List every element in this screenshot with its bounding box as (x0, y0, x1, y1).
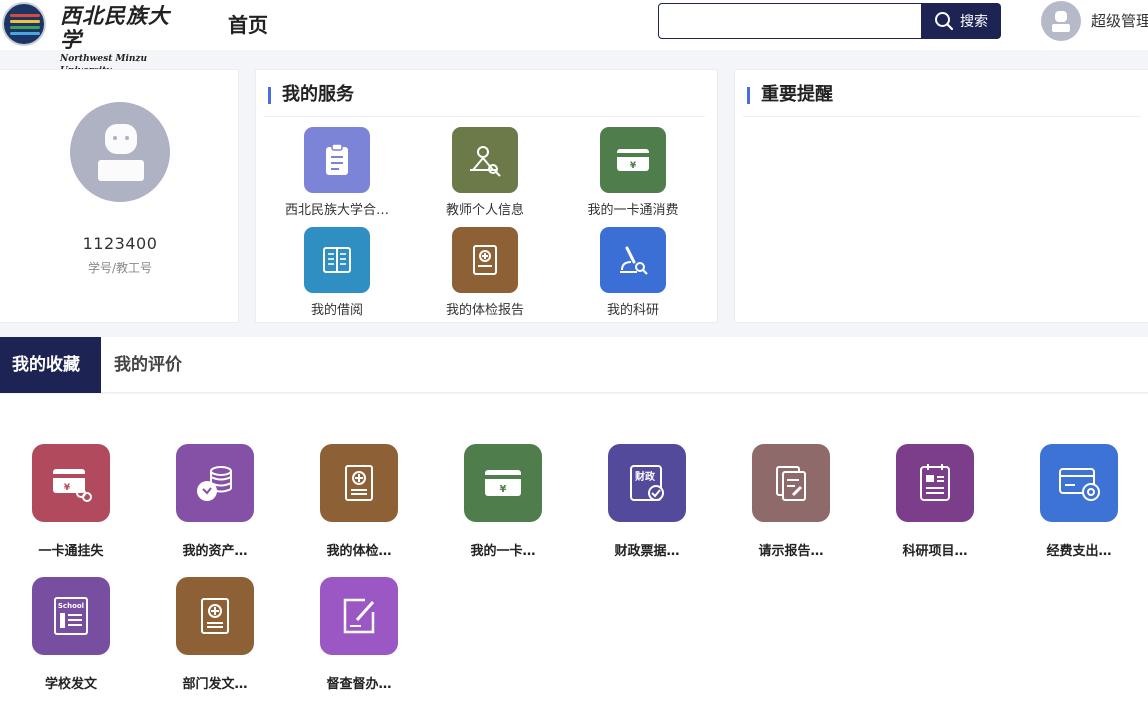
service-label: 教师个人信息 (445, 203, 524, 218)
service-item[interactable]: 我的借阅 (267, 227, 407, 318)
card-wallet-icon: ¥ (464, 444, 542, 522)
favorite-item[interactable]: 请示报告… (726, 444, 856, 559)
service-item[interactable]: 西北民族大学合… (267, 127, 407, 218)
favorite-item[interactable]: 我的体检… (294, 444, 424, 559)
teacher-search-icon (452, 127, 518, 193)
logo-cn-name: 西北民族大学 (60, 3, 170, 52)
university-logo-text[interactable]: 西北民族大学 Northwest Minzu University (60, 4, 190, 77)
divider (264, 116, 705, 117)
finance-mark: 财政 (634, 470, 656, 483)
favorite-label: 财政票据… (614, 544, 680, 559)
favorite-label: 经费支出… (1046, 544, 1112, 559)
favorite-item[interactable]: 经费支出… (1014, 444, 1144, 559)
favorite-item[interactable]: 部门发文… (150, 577, 280, 692)
profile-card: 1123400 学号/教工号 (0, 69, 239, 323)
favorites-tab-bar: 我的收藏 我的评价 (0, 337, 1148, 393)
user-icon (98, 124, 144, 181)
medical-report-icon (320, 444, 398, 522)
profile-avatar (70, 102, 170, 202)
user-avatar[interactable] (1041, 1, 1081, 41)
expense-card-icon (1040, 444, 1118, 522)
profile-id-label: 学号/教工号 (87, 261, 153, 275)
dept-doc-icon (176, 577, 254, 655)
service-item[interactable]: 我的科研 (563, 227, 703, 318)
project-notebook-icon (896, 444, 974, 522)
reminders-title: 重要提醒 (747, 84, 833, 106)
clipboard-icon (304, 127, 370, 193)
school-mark: School (58, 602, 84, 610)
page-title: 首页 (228, 13, 268, 37)
favorite-label: 请示报告… (758, 544, 824, 559)
coins-icon (176, 444, 254, 522)
favorite-label: 学校发文 (44, 677, 97, 692)
favorite-item[interactable]: 科研项目… (870, 444, 1000, 559)
card-wallet-icon: ¥ (600, 127, 666, 193)
favorite-label: 督查督办… (326, 677, 392, 692)
favorite-item[interactable]: ¥ 一卡通挂失 (6, 444, 136, 559)
service-label: 我的科研 (606, 303, 659, 318)
finance-check-icon: 财政 (608, 444, 686, 522)
yen-mark: ¥ (500, 484, 507, 495)
user-icon (1052, 11, 1070, 32)
supervise-edit-icon (320, 577, 398, 655)
reminders-card: 重要提醒 (734, 69, 1148, 323)
yen-mark: ¥ (630, 161, 637, 171)
favorite-label: 一卡通挂失 (38, 544, 104, 559)
favorite-label: 科研项目… (902, 544, 968, 559)
tab-favorites[interactable]: 我的收藏 (0, 337, 101, 393)
microscope-icon (600, 227, 666, 293)
divider (743, 116, 1141, 117)
favorite-label: 我的体检… (326, 544, 392, 559)
user-name[interactable]: 超级管理 (1091, 10, 1148, 31)
service-label: 我的借阅 (310, 303, 363, 318)
document-edit-icon (752, 444, 830, 522)
favorite-item[interactable]: 财政 财政票据… (582, 444, 712, 559)
services-title: 我的服务 (268, 84, 354, 106)
favorite-label: 我的资产… (182, 544, 248, 559)
tab-reviews[interactable]: 我的评价 (102, 337, 194, 393)
search-icon (935, 12, 954, 31)
profile-id: 1123400 (82, 234, 158, 253)
medical-report-icon (452, 227, 518, 293)
favorite-item[interactable]: 督查督办… (294, 577, 424, 692)
yen-mark: ¥ (64, 483, 71, 493)
top-header: 西北民族大学 Northwest Minzu University 首页 搜索 … (0, 0, 1148, 77)
book-icon (304, 227, 370, 293)
favorite-item[interactable]: School 学校发文 (6, 577, 136, 692)
service-item[interactable]: ¥ 我的一卡通消费 (563, 127, 703, 218)
card-lock-icon: ¥ (32, 444, 110, 522)
search-button-label: 搜索 (960, 14, 988, 30)
favorite-label: 部门发文… (182, 677, 248, 692)
favorites-panel: ¥ 一卡通挂失 我的资产… 我的体检… ¥ 我的一卡… 财政 财政票据… 请示报… (0, 394, 1148, 714)
service-item[interactable]: 我的体检报告 (415, 227, 555, 318)
search-button[interactable]: 搜索 (921, 3, 1001, 39)
favorite-item[interactable]: ¥ 我的一卡… (438, 444, 568, 559)
favorite-label: 我的一卡… (470, 544, 536, 559)
service-label: 我的一卡通消费 (587, 203, 679, 218)
favorite-item[interactable]: 我的资产… (150, 444, 280, 559)
services-card: 我的服务 西北民族大学合… 教师个人信息 ¥ 我的一卡通消费 我的借阅 我的体检… (255, 69, 718, 323)
university-logo-icon[interactable] (2, 2, 46, 46)
service-label: 西北民族大学合… (284, 203, 389, 218)
school-doc-icon: School (32, 577, 110, 655)
search-input[interactable] (658, 3, 922, 39)
service-item[interactable]: 教师个人信息 (415, 127, 555, 218)
service-label: 我的体检报告 (445, 303, 524, 318)
